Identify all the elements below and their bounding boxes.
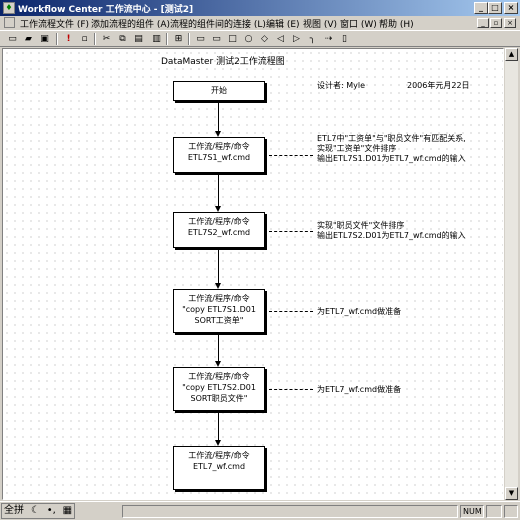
connector-icon[interactable]: ╮ (306, 33, 319, 45)
annotation-link[interactable] (269, 389, 313, 390)
node-type-label: 工作流/程序/命令 (188, 142, 250, 151)
scroll-down-button[interactable]: ▼ (505, 487, 518, 500)
annotation-line: 实现"职员文件"文件排序 (317, 221, 405, 230)
diamond-icon[interactable]: ◇ (258, 33, 271, 45)
menu-file[interactable]: 工作流程文件 (F) (20, 17, 89, 30)
node-type-label: 工作流/程序/命令 (188, 372, 250, 381)
start-node[interactable]: 开始 (173, 81, 265, 101)
process-node[interactable]: 工作流/程序/命令 ETL7S2_wf.cmd (173, 212, 265, 248)
process-node[interactable]: 工作流/程序/命令 "copy ETL7S2.D01 SORT职员文件" (173, 367, 265, 411)
menu-window[interactable]: 窗口 (W) (340, 17, 377, 30)
vertical-scrollbar[interactable]: ▲ ▼ (505, 48, 518, 500)
annotation-line: 为ETL7_wf.cmd做准备 (317, 385, 402, 394)
menu-help[interactable]: 帮助 (H) (379, 17, 414, 30)
process-node[interactable]: 工作流/程序/命令 ETL7_wf.cmd (173, 446, 265, 490)
node-command-cont: SORT职员文件" (190, 394, 248, 403)
annotation-line: 为ETL7_wf.cmd做准备 (317, 307, 402, 316)
help-icon[interactable]: ! (62, 33, 75, 45)
status-cell-empty (504, 505, 518, 518)
scroll-up-button[interactable]: ▲ (505, 48, 518, 61)
status-cell-empty (486, 505, 502, 518)
annotation-line: ETL7中"工资单"与"职员文件"有匹配关系, (317, 134, 466, 143)
circle-icon[interactable]: ○ (242, 33, 255, 45)
node-command: ETL7S1_wf.cmd (187, 153, 251, 162)
num-lock-indicator: NUM (460, 505, 484, 518)
copy-icon[interactable]: ⧉ (116, 33, 129, 45)
connector-line[interactable] (218, 175, 219, 206)
status-message (122, 505, 458, 518)
window-title: Workflow Center 工作流中心 - [测试2] (18, 5, 194, 15)
annotation-text[interactable]: 为ETL7_wf.cmd做准备 (317, 307, 401, 317)
ime-moon-icon[interactable]: ☾ (29, 504, 42, 518)
ime-label: 全拼 (4, 505, 24, 516)
connector-line[interactable] (218, 413, 219, 440)
menu-view[interactable]: 视图 (V) (303, 17, 337, 30)
rounded-rect-icon[interactable]: ▭ (194, 33, 207, 45)
toolbar-separator (188, 33, 190, 45)
connector-line[interactable] (218, 250, 219, 283)
annotation-text[interactable]: ETL7中"工资单"与"职员文件"有匹配关系, 实现"工资单"文件排序 输出ET… (317, 134, 466, 164)
menu-connect[interactable]: 流程的组件间的连接 (L) (170, 17, 266, 30)
close-button[interactable]: × (504, 2, 518, 14)
ime-bar[interactable]: 全拼 ☾ •, ▦ (1, 503, 76, 519)
rect-icon[interactable]: ▭ (210, 33, 223, 45)
right-arrow-icon[interactable]: ▷ (290, 33, 303, 45)
toolbar-separator (166, 33, 168, 45)
annotation-text[interactable]: 实现"职员文件"文件排序 输出ETL7S2.D01为ETL7_wf.cmd的输入 (317, 221, 466, 241)
left-arrow-icon[interactable]: ◁ (274, 33, 287, 45)
node-command: ETL7_wf.cmd (192, 462, 246, 471)
cut-icon[interactable]: ✂ (100, 33, 113, 45)
ime-keyboard-icon[interactable]: ▦ (61, 504, 74, 518)
box-icon[interactable]: □ (226, 33, 239, 45)
toolbar: ▭ ▰ ▣ ! ▫ ✂ ⧉ ▤ ▥ ⊞ ▭ ▭ □ ○ ◇ ◁ ▷ ╮ ⇢ ▯ (0, 30, 520, 47)
node-command: ETL7S2_wf.cmd (187, 228, 251, 237)
app-icon[interactable]: ♦ (3, 2, 15, 14)
diagram-canvas[interactable]: DataMaster 测试2工作流程图 设计者: Myle 2006年元月22日… (2, 48, 504, 500)
status-bar: 全拼 ☾ •, ▦ NUM (0, 501, 520, 520)
connector-line[interactable] (218, 103, 219, 131)
annotation-line: 实现"工资单"文件排序 (317, 144, 397, 153)
grid-icon[interactable]: ⊞ (172, 33, 185, 45)
doc-close-button[interactable]: × (504, 18, 516, 28)
process-node[interactable]: 工作流/程序/命令 "copy ETL7S1.D01 SORT工资单" (173, 289, 265, 333)
diagram-title: DataMaster 测试2工作流程图 (161, 57, 285, 67)
menu-edit[interactable]: 编辑 (E) (266, 17, 300, 30)
date-label: 2006年元月22日 (407, 81, 470, 90)
process-node[interactable]: 工作流/程序/命令 ETL7S1_wf.cmd (173, 137, 265, 173)
node-command: "copy ETL7S2.D01 (182, 383, 256, 392)
menu-bar: 工作流程文件 (F) 添加流程的组件 (A) 流程的组件间的连接 (L) 编辑 … (0, 16, 520, 30)
doc-restore-button[interactable]: ▫ (490, 18, 502, 28)
node-command: "copy ETL7S1.D01 (182, 305, 256, 314)
document-icon[interactable] (4, 17, 15, 28)
maximize-button[interactable]: □ (488, 2, 502, 14)
annotation-line: 输出ETL7S1.D01为ETL7_wf.cmd的输入 (317, 154, 466, 163)
new-icon[interactable]: ▭ (6, 33, 19, 45)
annotation-link[interactable] (269, 231, 313, 232)
designer-label: 设计者: Myle (317, 81, 366, 90)
annotation-link[interactable] (269, 155, 313, 156)
toolbar-separator (56, 33, 58, 45)
annotation-line: 输出ETL7S2.D01为ETL7_wf.cmd的输入 (317, 231, 466, 240)
toolbar-separator (94, 33, 96, 45)
node-type-label: 工作流/程序/命令 (188, 217, 250, 226)
menu-add-component[interactable]: 添加流程的组件 (A) (91, 17, 170, 30)
save-icon[interactable]: ▣ (38, 33, 51, 45)
print-icon[interactable]: ▥ (150, 33, 163, 45)
title-bar: ♦ Workflow Center 工作流中心 - [测试2] _ □ × (0, 0, 520, 16)
paste-icon[interactable]: ▤ (132, 33, 145, 45)
start-node-label: 开始 (211, 86, 227, 95)
doc-minimize-button[interactable]: _ (477, 18, 489, 28)
minimize-button[interactable]: _ (474, 2, 488, 14)
node-type-label: 工作流/程序/命令 (188, 451, 250, 460)
node-command-cont: SORT工资单" (194, 316, 244, 325)
flow-icon[interactable]: ⇢ (322, 33, 335, 45)
label-icon[interactable]: ▯ (338, 33, 351, 45)
annotation-link[interactable] (269, 311, 313, 312)
info-icon[interactable]: ▫ (78, 33, 91, 45)
ime-punct-icon[interactable]: •, (45, 504, 58, 518)
connector-line[interactable] (218, 335, 219, 361)
annotation-text[interactable]: 为ETL7_wf.cmd做准备 (317, 385, 401, 395)
node-type-label: 工作流/程序/命令 (188, 294, 250, 303)
open-icon[interactable]: ▰ (22, 33, 35, 45)
